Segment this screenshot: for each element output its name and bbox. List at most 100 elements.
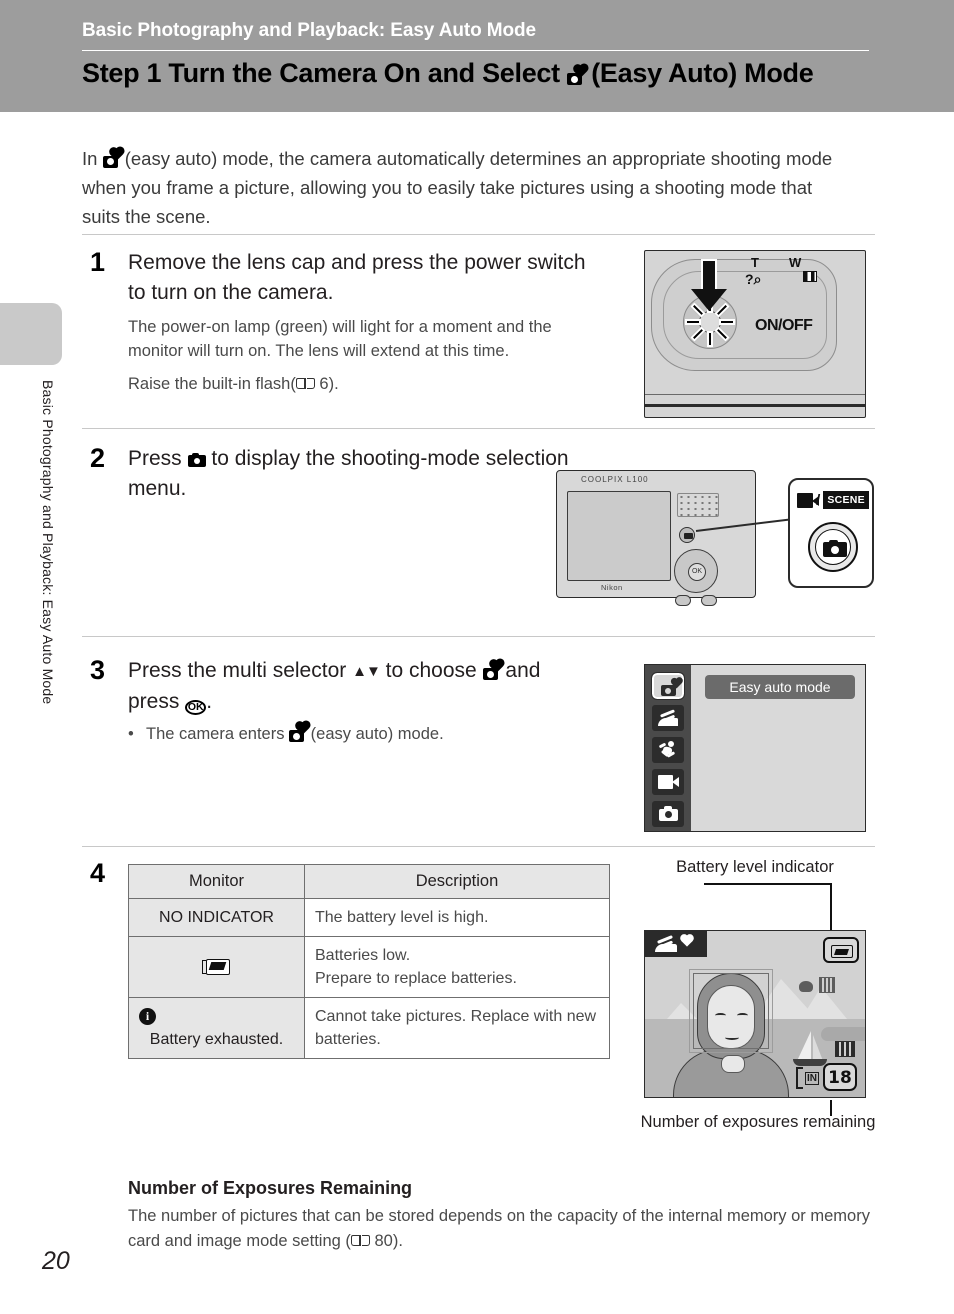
scene-mode-label: SCENE (823, 491, 869, 509)
page-title: Step 1 Turn the Camera On and Select (Ea… (82, 58, 814, 89)
cell-monitor-no-indicator: NO INDICATOR (128, 898, 305, 937)
camera-back-body: COOLPIX L100 Nikon OK (556, 470, 756, 606)
subject-tracking-icon (658, 741, 677, 759)
scene-auto-mode-icon (655, 935, 677, 952)
callout-box-mode-button: / SCENE (788, 478, 874, 588)
zoom-tw-labels: TW (751, 255, 801, 270)
scene-sailboat-sail (813, 1035, 823, 1061)
bullet-dot: • (128, 725, 134, 743)
mode-item-movie[interactable] (652, 769, 684, 795)
caption-battery-level-indicator: Battery level indicator (676, 858, 834, 876)
image-mode-icon (835, 1041, 855, 1057)
section-divider (82, 234, 875, 235)
cell-monitor-battery-low (128, 936, 305, 998)
step-3-bullet: • The camera enters (easy auto) mode. (128, 722, 608, 746)
camera-monitor (567, 491, 671, 581)
step-1-flash-before: Raise the built-in flash( (128, 375, 296, 393)
shooting-mode-badge (645, 931, 707, 957)
step-3-bullet-after: (easy auto) mode. (310, 725, 444, 743)
camera-monitor-preview: IN 18 (644, 930, 866, 1098)
menu-button (675, 595, 691, 606)
easy-auto-mode-icon (567, 65, 587, 85)
step-1-heading: Remove the lens cap and press the power … (128, 251, 586, 304)
face-detection-frame (689, 969, 773, 1053)
step-2-text-before: Press (128, 447, 182, 470)
help-magnify-icon: ?⌕ (745, 271, 762, 287)
step-3-text-before: Press the multi selector (128, 659, 347, 682)
shooting-mode-button (679, 527, 695, 543)
multi-selector-up-down-icon: ▲▼ (352, 663, 381, 680)
bottom-note-before: The number of pictures that can be store… (128, 1207, 870, 1250)
mode-item-auto[interactable] (652, 801, 684, 827)
step-3-text-end: . (206, 690, 213, 713)
battery-level-table: Monitor Description NO INDICATOR The bat… (128, 864, 610, 1059)
column-header-description: Description (304, 864, 610, 899)
scene-sailboat-hull (793, 1059, 827, 1066)
tele-label: T (751, 255, 759, 270)
on-off-label: ON/OFF (755, 317, 813, 334)
table-row: Batteries low. Prepare to replace batter… (128, 936, 610, 998)
step-1-number: 1 (90, 247, 106, 277)
movie-mode-icon (658, 775, 679, 789)
cell-description-high: The battery level is high. (304, 898, 610, 937)
macro-icon (799, 981, 813, 992)
mode-item-scene[interactable] (652, 705, 684, 731)
cell-description-exhausted: Cannot take pictures. Replace with new b… (304, 997, 610, 1059)
camera-body-edge-line (645, 393, 865, 395)
page-number: 20 (42, 1247, 70, 1275)
warning-info-icon: i (139, 1008, 156, 1025)
step-1-flash-after: 6). (319, 375, 339, 393)
table-row: NO INDICATOR The battery level is high. (128, 898, 610, 937)
book-reference-icon (350, 1234, 370, 1248)
step-4-number: 4 (90, 858, 106, 888)
battery-level-indicator (823, 937, 859, 963)
delete-button (701, 595, 717, 606)
camera-model-label: COOLPIX L100 (581, 475, 649, 484)
scene-person-hand (721, 1055, 745, 1073)
camera-glyph-icon (823, 540, 847, 557)
figure-monitor-indicators: Battery level indicator IN 18 Number of … (641, 858, 876, 1131)
chapter-tab-label: Basic Photography and Playback: Easy Aut… (40, 380, 56, 705)
caption-leader-horizontal (704, 883, 832, 885)
bottom-note-heading: Number of Exposures Remaining (128, 1178, 413, 1198)
bottom-note-after: 80). (374, 1232, 403, 1250)
internal-memory-label: IN (805, 1072, 819, 1085)
figure-camera-power-switch: TW ?⌕ ON/OFF (644, 250, 866, 418)
intro-text-before: In (82, 147, 98, 169)
ok-button: OK (688, 563, 706, 581)
camera-body-front-edge (645, 404, 865, 407)
auto-mode-icon (659, 806, 678, 821)
exposures-remaining-value: 18 (823, 1063, 857, 1091)
camera-maker-label: Nikon (601, 583, 623, 592)
mode-item-easy-auto[interactable] (651, 672, 685, 700)
monitor-status-icons (799, 977, 845, 997)
step-1-body: The power-on lamp (green) will light for… (128, 318, 552, 360)
step-3-number: 3 (90, 655, 106, 685)
easy-auto-mode-icon (482, 660, 503, 680)
shooting-mode-button-icon (187, 453, 206, 467)
internal-memory-bracket-icon (796, 1067, 803, 1089)
figure-shooting-mode-menu: Easy auto mode (644, 664, 866, 832)
caption-number-of-exposures: Number of exposures remaining (640, 1113, 876, 1131)
desc-low-line2: Prepare to replace batteries. (315, 970, 517, 987)
figure-camera-back: COOLPIX L100 Nikon OK / SCENE (556, 464, 876, 614)
section-kicker: Basic Photography and Playback: Easy Aut… (82, 20, 536, 41)
scene-sailboat-sail (797, 1031, 811, 1061)
step-2-number: 2 (90, 443, 106, 473)
speaker-grille (677, 493, 719, 517)
step-3-text-mid: to choose (385, 659, 477, 682)
scene-shoreline (821, 1027, 865, 1041)
scene-mode-icon (658, 709, 678, 726)
easy-auto-mode-icon (661, 678, 682, 696)
easy-auto-mode-icon (102, 147, 123, 168)
intro-text-after: (easy auto) mode, the camera automatical… (82, 147, 833, 227)
mode-item-subject-tracking[interactable] (652, 737, 684, 763)
header-divider (82, 50, 869, 51)
cell-description-low: Batteries low. Prepare to replace batter… (304, 936, 610, 998)
column-header-monitor: Monitor (128, 864, 305, 899)
section-divider (82, 428, 875, 429)
page-title-prefix: Step 1 Turn the Camera On and Select (82, 58, 560, 88)
table-header-row: Monitor Description (128, 864, 610, 899)
thumbnail-grid-icon (803, 271, 817, 282)
book-reference-icon (295, 377, 315, 391)
